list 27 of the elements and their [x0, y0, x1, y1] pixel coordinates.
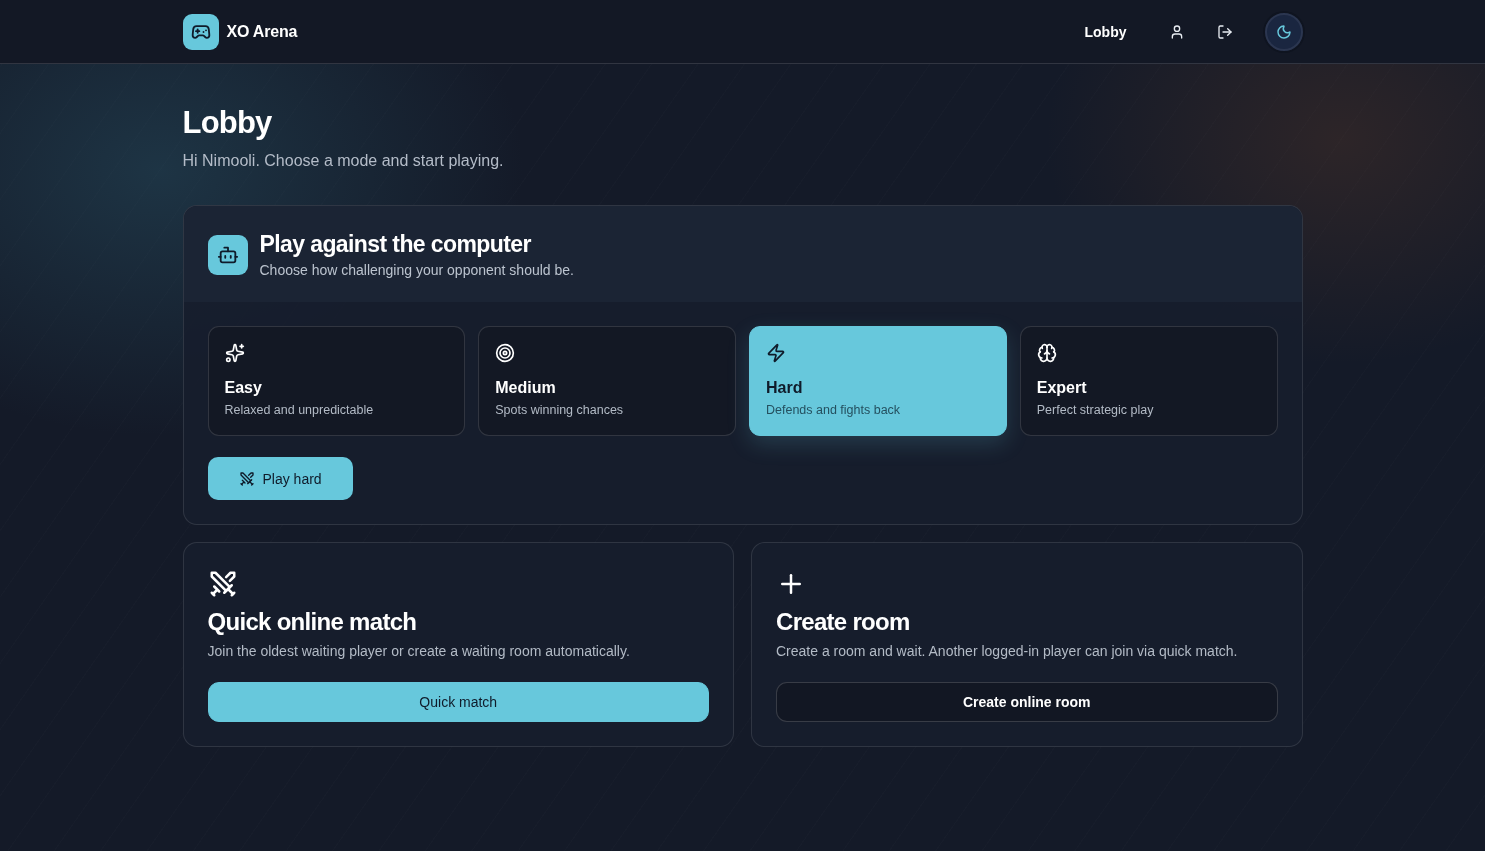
card-title: Quick online match [207, 607, 417, 637]
difficulty-option[interactable]: Medium Spots winning chances [478, 326, 736, 436]
brain-icon [1036, 343, 1057, 363]
difficulty-option[interactable]: Hard Defends and fights back [749, 326, 1007, 436]
page-title: Lobby [182, 104, 272, 142]
card-title: Create room [776, 607, 910, 637]
lightning-icon [766, 343, 786, 363]
target-icon [495, 343, 516, 363]
robot-icon [207, 235, 248, 275]
nav-link[interactable]: Lobby [1072, 15, 1139, 48]
brand-name: XO Arena [226, 22, 298, 41]
quick-match-button[interactable]: Quick match [207, 682, 709, 722]
card-title: Play against the computer [259, 230, 531, 258]
card-description: Join the oldest waiting player or create a waiting room automatically. [207, 642, 630, 661]
sparkles-icon [224, 343, 245, 363]
theme-toggle-button[interactable] [1264, 12, 1303, 51]
create-room-button[interactable]: Create online room [776, 682, 1278, 722]
card-description: Create a room and wait. Another logged-in player can join via quick match. [776, 642, 1238, 661]
gamepad-logo-icon [182, 13, 219, 50]
moon-icon [1275, 23, 1292, 40]
crossed-swords-icon [238, 470, 255, 487]
difficulty-option[interactable]: Easy Relaxed and unpredictable [207, 326, 466, 436]
card-subtitle: Choose how challenging your opponent should be. [259, 261, 574, 280]
difficulty-option[interactable]: Expert Perfect strategic play [1019, 326, 1278, 436]
logout-icon [1216, 23, 1233, 40]
page-subtitle: Hi Nimooli. Choose a mode and start playing. [182, 151, 504, 171]
play-button[interactable]: Play hard [207, 457, 353, 500]
